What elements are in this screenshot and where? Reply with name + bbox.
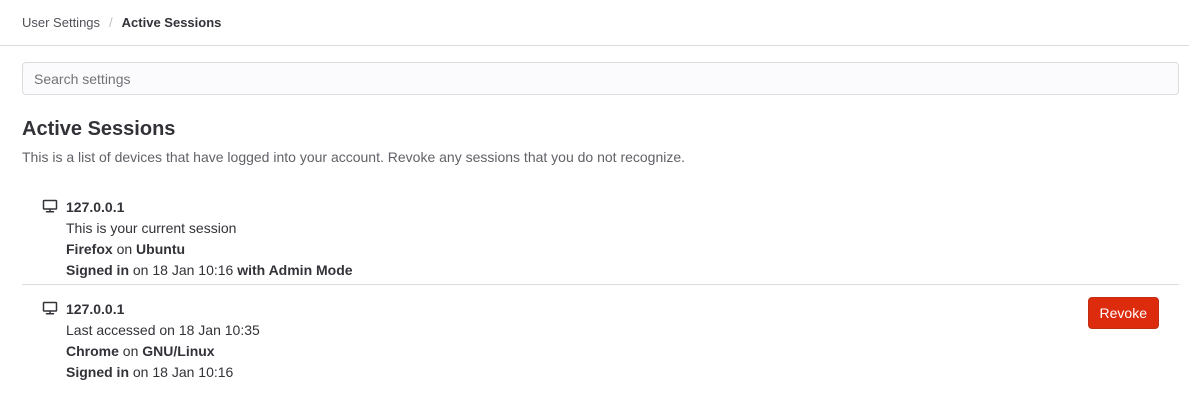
session-on-word: on <box>116 241 133 257</box>
session-status: This is your current session <box>66 220 237 236</box>
page-title: Active Sessions <box>22 118 176 140</box>
session-item: 127.0.0.1 Last accessed on 18 Jan 10:35 … <box>22 284 1179 390</box>
session-status: Last accessed on 18 Jan 10:35 <box>66 322 260 338</box>
session-browser-os: Chrome on GNU/Linux <box>66 341 1179 362</box>
breadcrumb-user-settings[interactable]: User Settings <box>22 15 100 30</box>
search-input[interactable] <box>34 70 1178 87</box>
revoke-button[interactable]: Revoke <box>1087 297 1159 329</box>
sessions-list: 127.0.0.1 This is your current session F… <box>22 186 1179 390</box>
session-ip: 127.0.0.1 <box>66 199 125 215</box>
session-os: GNU/Linux <box>142 343 215 359</box>
search-box[interactable] <box>22 62 1179 95</box>
session-browser-os: Firefox on Ubuntu <box>66 239 1179 260</box>
session-on-word: on <box>122 343 139 359</box>
breadcrumb-separator: / <box>109 15 113 30</box>
desktop-icon <box>42 301 58 315</box>
session-signed-in-label: Signed in <box>66 262 129 278</box>
page-description: This is a list of devices that have logg… <box>22 149 686 165</box>
session-signed-in-time: on 18 Jan 10:16 <box>132 262 234 278</box>
breadcrumb-active-sessions: Active Sessions <box>121 15 222 30</box>
session-signed-in-label: Signed in <box>66 364 129 380</box>
session-signed-in: Signed in on 18 Jan 10:16 <box>66 362 1179 383</box>
desktop-icon <box>42 199 58 213</box>
session-ip: 127.0.0.1 <box>66 301 125 317</box>
session-admin-mode: with Admin Mode <box>237 262 353 278</box>
session-browser: Firefox <box>66 241 113 257</box>
session-os: Ubuntu <box>136 241 186 257</box>
breadcrumb: User Settings / Active Sessions <box>0 0 1189 46</box>
main-content: Active Sessions This is a list of device… <box>0 62 1189 390</box>
session-browser: Chrome <box>66 343 119 359</box>
session-signed-in-time: on 18 Jan 10:16 <box>132 364 234 380</box>
session-signed-in: Signed in on 18 Jan 10:16 with Admin Mod… <box>66 260 1179 281</box>
session-item: 127.0.0.1 This is your current session F… <box>22 186 1179 284</box>
